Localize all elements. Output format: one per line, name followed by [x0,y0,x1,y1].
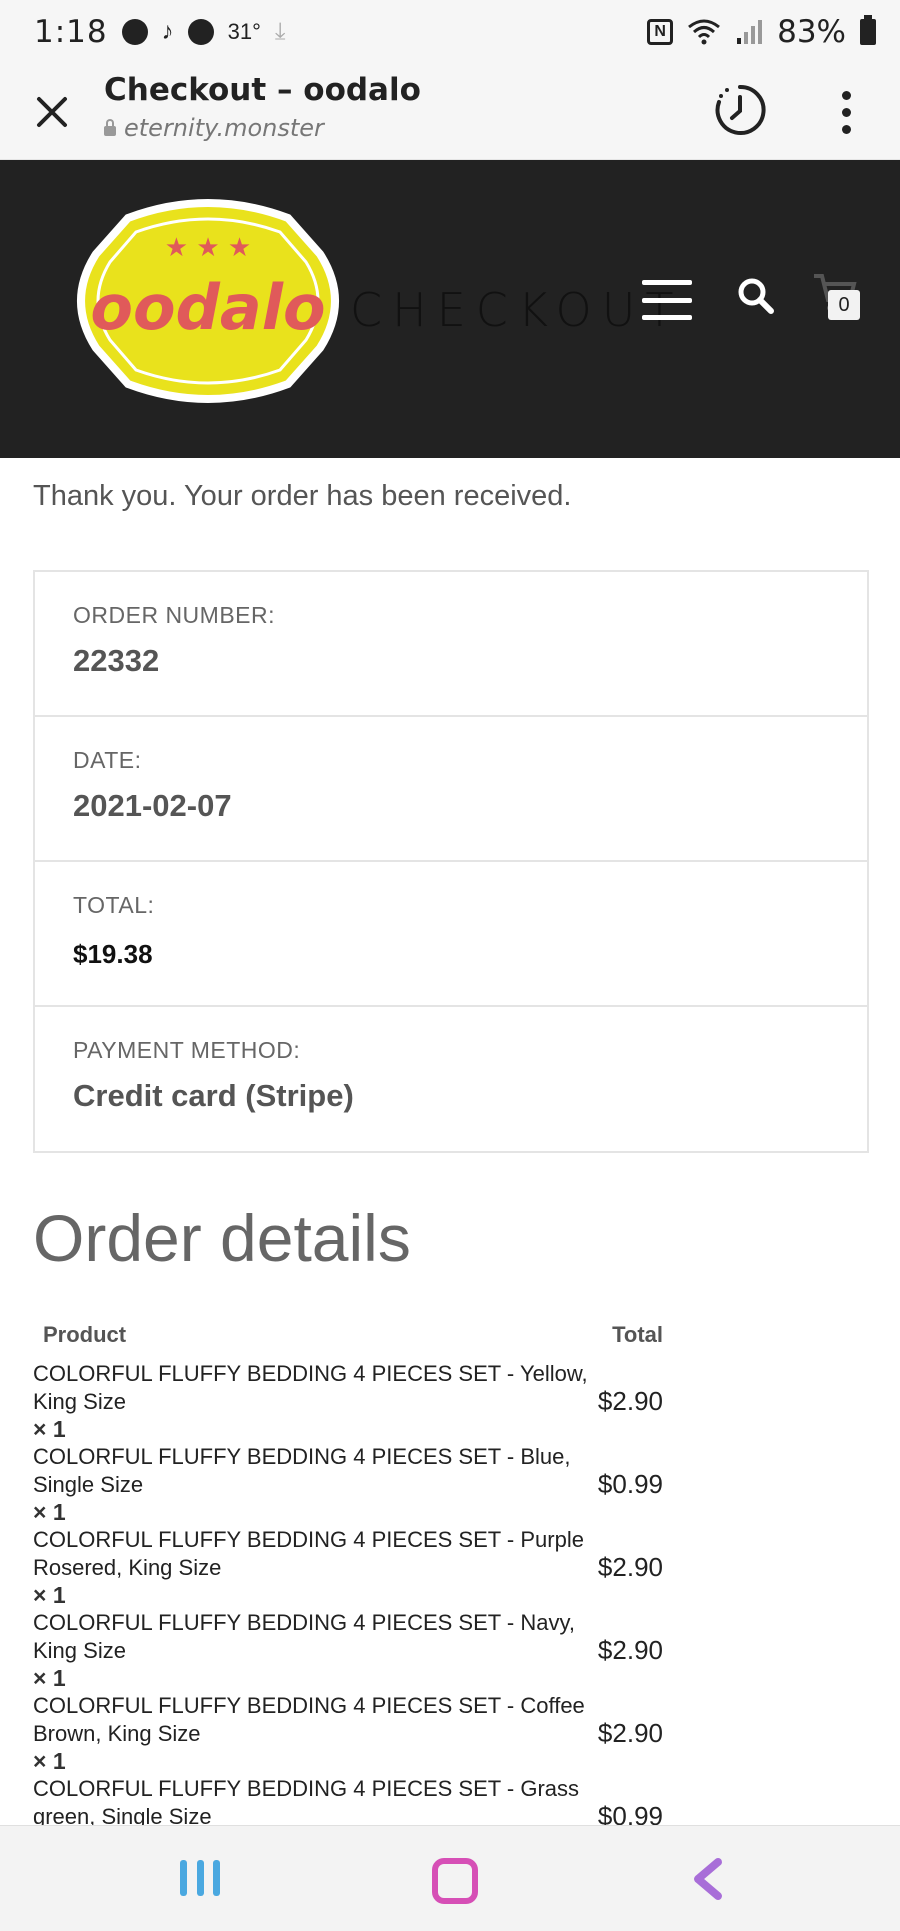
status-bar: 1:18 ♪ 31° ⤓ N 83% [0,0,900,64]
status-right: N 83% [647,14,876,50]
flame-icon [187,19,214,45]
cart-count-badge[interactable]: 0 [828,290,860,320]
product-total: $2.90 [597,1386,663,1416]
payment-method-item: PAYMENT METHOD: Credit card (Stripe) [35,1007,867,1151]
history-button[interactable] [712,82,768,138]
order-total-value: $19.38 [73,939,153,969]
oodalo-logo[interactable]: ★ ★ ★ oodalo [58,196,358,406]
browser-page-title: Checkout – oodalo [104,72,421,108]
close-icon [37,97,67,127]
product-total: $0.99 [597,1469,663,1499]
overflow-menu-button[interactable] [828,84,864,140]
order-date-item: DATE: 2021-02-07 [35,717,867,862]
menu-dot-icon [841,107,851,117]
product-total: $2.90 [597,1718,663,1748]
product-name-link[interactable]: COLORFUL FLUFFY BEDDING 4 PIECES SET - P… [33,1526,593,1582]
table-row: COLORFUL FLUFFY BEDDING 4 PIECES SET - P… [33,1526,663,1609]
order-total-label: TOTAL: [73,892,155,918]
product-total: $2.90 [597,1552,663,1582]
url-row: eternity.monster [104,114,421,142]
product-quantity: × 1 [33,1499,66,1525]
table-row: COLORFUL FLUFFY BEDDING 4 PIECES SET - N… [33,1609,663,1692]
battery-icon [860,15,876,45]
nfc-icon: N [647,19,674,45]
menu-dot-icon [841,124,851,134]
back-icon[interactable] [688,1856,728,1902]
table-row: COLORFUL FLUFFY BEDDING 4 PIECES SET - Y… [33,1360,663,1443]
address-area[interactable]: Checkout – oodalo eternity.monster [104,72,421,142]
payment-method-label: PAYMENT METHOD: [73,1037,301,1063]
table-row: COLORFUL FLUFFY BEDDING 4 PIECES SET - B… [33,1443,663,1526]
product-name-link[interactable]: COLORFUL FLUFFY BEDDING 4 PIECES SET - B… [33,1443,593,1499]
svg-text:★ ★ ★: ★ ★ ★ [165,233,251,263]
product-column-header: Product [43,1322,127,1347]
download-icon: ⤓ [274,18,286,45]
product-name-link[interactable]: COLORFUL FLUFFY BEDDING 4 PIECES SET - Y… [33,1360,593,1416]
product-quantity: × 1 [33,1582,66,1608]
recents-icon[interactable] [180,1860,220,1898]
tiktok-icon: ♪ [161,18,174,45]
order-overview: ORDER NUMBER: 22332 DATE: 2021-02-07 TOT… [33,570,869,1153]
order-total-item: TOTAL: $19.38 [35,862,867,1007]
browser-toolbar: Checkout – oodalo eternity.monster [0,64,900,160]
system-navigation-bar [0,1825,900,1931]
product-quantity: × 1 [33,1416,66,1442]
search-icon[interactable] [736,276,776,316]
product-quantity: × 1 [33,1665,66,1691]
hamburger-menu-button[interactable] [642,280,692,320]
logo-text: oodalo [90,271,325,344]
order-date-value: 2021-02-07 [73,788,232,823]
order-number-value: 22332 [73,643,160,678]
hamburger-line [642,280,692,285]
header-page-heading: CHECKOUT [350,283,684,337]
wifi-icon [688,19,721,45]
battery-percent: 83% [777,14,846,50]
home-icon[interactable] [432,1858,478,1904]
close-tab-button[interactable] [28,88,76,136]
hamburger-line [642,297,692,303]
product-name-link[interactable]: COLORFUL FLUFFY BEDDING 4 PIECES SET - G… [33,1775,593,1831]
order-details-title: Order details [33,1201,411,1275]
product-total: $2.90 [597,1635,663,1665]
status-temperature: 31° [227,19,261,44]
table-header: Product Total [33,1322,663,1360]
order-number-item: ORDER NUMBER: 22332 [35,572,867,717]
hamburger-line [642,315,692,320]
signal-icon [737,20,763,44]
table-row: COLORFUL FLUFFY BEDDING 4 PIECES SET - C… [33,1692,663,1775]
payment-method-value: Credit card (Stripe) [73,1078,354,1113]
order-date-label: DATE: [73,747,142,773]
order-number-label: ORDER NUMBER: [73,602,276,628]
order-details-table: Product Total COLORFUL FLUFFY BEDDING 4 … [33,1322,663,1858]
url-text: eternity.monster [124,114,324,142]
clock-history-icon [715,84,766,135]
lock-icon [104,119,116,136]
order-received-message: Thank you. Your order has been received. [33,480,572,512]
product-quantity: × 1 [33,1748,66,1774]
status-left: 1:18 ♪ 31° ⤓ [34,14,286,50]
total-column-header: Total [612,1322,663,1347]
product-name-link[interactable]: COLORFUL FLUFFY BEDDING 4 PIECES SET - C… [33,1692,593,1748]
site-header: CHECKOUT ★ ★ ★ oodalo 0 [0,160,900,458]
messenger-icon [121,19,148,45]
product-name-link[interactable]: COLORFUL FLUFFY BEDDING 4 PIECES SET - N… [33,1609,593,1665]
status-time: 1:18 [34,14,108,50]
menu-dot-icon [841,90,851,100]
